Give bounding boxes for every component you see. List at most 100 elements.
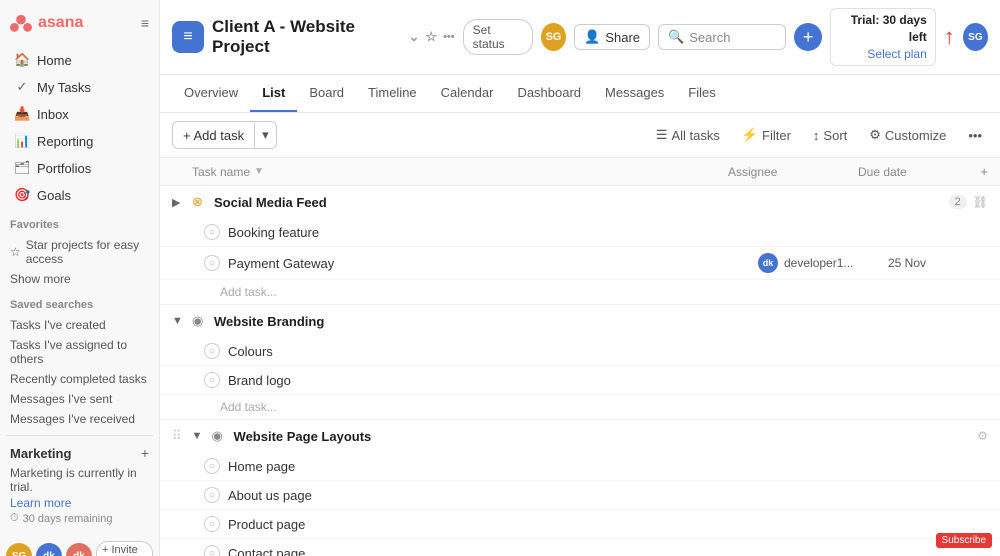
sort-button[interactable]: ↕ Sort xyxy=(807,125,853,146)
select-plan-link[interactable]: Select plan xyxy=(839,46,927,63)
task-due-payment: 25 Nov xyxy=(888,256,988,270)
tab-dashboard[interactable]: Dashboard xyxy=(505,75,593,112)
add-task-label[interactable]: + Add task xyxy=(173,123,255,148)
group-status-icon: ◉ xyxy=(192,313,208,329)
group-header-website-page-layouts[interactable]: ⠿ ▼ ◉ Website Page Layouts ⚙ xyxy=(160,420,1000,452)
filter-button[interactable]: ⚡ Filter xyxy=(736,124,797,146)
table-row[interactable]: ○ About us page xyxy=(160,481,1000,510)
star-icon: ☆ xyxy=(10,245,21,259)
saved-tasks-assigned-others[interactable]: Tasks I've assigned to others xyxy=(0,335,159,369)
saved-messages-received[interactable]: Messages I've received xyxy=(0,409,159,429)
task-check-colours[interactable]: ○ xyxy=(204,343,220,359)
add-task-button[interactable]: + Add task ▾ xyxy=(172,121,277,149)
sidebar-collapse-button[interactable]: ≡ xyxy=(141,15,149,31)
task-name-contact-page: Contact page xyxy=(228,546,758,556)
table-row[interactable]: ○ Contact page xyxy=(160,539,1000,556)
add-task-dropdown-icon[interactable]: ▾ xyxy=(255,122,276,148)
global-add-button[interactable]: + xyxy=(794,23,822,51)
clock-icon: ⏱ xyxy=(10,512,19,525)
favorites-star-projects[interactable]: ☆ Star projects for easy access xyxy=(0,235,159,269)
project-title: Client A - Website Project ⌄ ☆ ••• xyxy=(212,17,455,57)
task-check-product-page[interactable]: ○ xyxy=(204,516,220,532)
search-icon: 🔍 xyxy=(668,29,684,45)
saved-messages-sent[interactable]: Messages I've sent xyxy=(0,389,159,409)
sidebar-item-inbox[interactable]: 📥 Inbox xyxy=(4,101,155,127)
table-row[interactable]: ○ Brand logo xyxy=(160,366,1000,395)
sidebar-item-reporting[interactable]: 📊 Reporting xyxy=(4,128,155,154)
filter-icon: ⚡ xyxy=(742,127,758,143)
user-avatar-main[interactable]: SG xyxy=(963,23,988,51)
share-button[interactable]: 👤 Share xyxy=(574,24,650,50)
group-chevron-icon: ▼ xyxy=(172,315,186,327)
saved-tasks-created[interactable]: Tasks I've created xyxy=(0,315,159,335)
task-group-website-branding: ▼ ◉ Website Branding ○ Colours ○ Brand l… xyxy=(160,305,1000,420)
tab-list[interactable]: List xyxy=(250,75,297,112)
task-check-about-us[interactable]: ○ xyxy=(204,487,220,503)
tab-calendar[interactable]: Calendar xyxy=(429,75,506,112)
add-task-website-branding[interactable]: Add task... xyxy=(160,395,1000,419)
sidebar-item-label-goals: Goals xyxy=(37,188,71,203)
task-check-payment[interactable]: ○ xyxy=(204,255,220,271)
saved-recently-completed[interactable]: Recently completed tasks xyxy=(0,369,159,389)
task-check-brand-logo[interactable]: ○ xyxy=(204,372,220,388)
inbox-icon: 📥 xyxy=(14,106,30,122)
sidebar-item-goals[interactable]: 🎯 Goals xyxy=(4,182,155,208)
share-label: Share xyxy=(605,30,640,45)
trial-badge: Trial: 30 days left Select plan xyxy=(830,8,936,66)
search-box[interactable]: 🔍 Search xyxy=(658,24,786,50)
sidebar-item-portfolios[interactable]: 🗂 Portfolios xyxy=(4,155,155,181)
customize-button[interactable]: ⚙ Customize xyxy=(863,124,952,146)
task-check-booking[interactable]: ○ xyxy=(204,224,220,240)
learn-more-link[interactable]: Learn more xyxy=(6,496,153,510)
all-tasks-button[interactable]: ☰ All tasks xyxy=(650,124,726,146)
sidebar-item-my-tasks[interactable]: ✓ My Tasks xyxy=(4,74,155,100)
sort-arrow-icon: ▼ xyxy=(254,166,264,177)
task-check-contact-page[interactable]: ○ xyxy=(204,545,220,556)
tab-overview[interactable]: Overview xyxy=(172,75,250,112)
add-task-social-media[interactable]: Add task... xyxy=(160,280,1000,304)
table-row[interactable]: ○ Home page xyxy=(160,452,1000,481)
table-row[interactable]: ○ Payment Gateway dk developer1... 25 No… xyxy=(160,247,1000,280)
star-icon[interactable]: ☆ xyxy=(425,29,437,45)
subscribe-badge[interactable]: Subscribe xyxy=(936,533,992,548)
group-badge-social-media-feed: 2 xyxy=(949,195,967,209)
more-options-button[interactable]: ••• xyxy=(962,125,988,146)
add-column-button[interactable]: + xyxy=(958,164,988,179)
topbar-right: SG 👤 Share 🔍 Search + Trial: 30 days lef… xyxy=(541,8,988,66)
group-header-website-branding[interactable]: ▼ ◉ Website Branding xyxy=(160,305,1000,337)
show-more-link[interactable]: Show more xyxy=(0,269,159,289)
table-row[interactable]: ○ Booking feature xyxy=(160,218,1000,247)
marketing-add-button[interactable]: + xyxy=(141,445,149,461)
task-name-about-us: About us page xyxy=(228,488,758,503)
task-group-website-page-layouts: ⠿ ▼ ◉ Website Page Layouts ⚙ ○ Home page… xyxy=(160,420,1000,556)
check-icon: ✓ xyxy=(14,79,30,95)
tab-messages[interactable]: Messages xyxy=(593,75,676,112)
sidebar-nav: 🏠 Home ✓ My Tasks 📥 Inbox 📊 Reporting 🗂 … xyxy=(0,46,159,209)
table-row[interactable]: ○ Colours xyxy=(160,337,1000,366)
settings-gear-icon[interactable]: ⚙ xyxy=(977,429,988,443)
more-icon[interactable]: ••• xyxy=(443,31,455,43)
task-name-brand-logo: Brand logo xyxy=(228,373,758,388)
task-list: Task name ▼ Assignee Due date + ▶ ⊗ Soci… xyxy=(160,158,1000,556)
tab-files[interactable]: Files xyxy=(676,75,727,112)
task-name-booking-feature: Booking feature xyxy=(228,225,758,240)
search-placeholder: Search xyxy=(689,30,730,45)
tab-timeline[interactable]: Timeline xyxy=(356,75,429,112)
set-status-button[interactable]: Set status xyxy=(463,19,533,55)
task-group-social-media-feed: ▶ ⊗ Social Media Feed 2 ⛓ ○ Booking feat… xyxy=(160,186,1000,305)
project-menu-button[interactable]: ≡ xyxy=(172,21,204,53)
tab-board[interactable]: Board xyxy=(297,75,356,112)
group-header-social-media-feed[interactable]: ▶ ⊗ Social Media Feed 2 ⛓ xyxy=(160,186,1000,218)
task-check-home-page[interactable]: ○ xyxy=(204,458,220,474)
chevron-down-icon[interactable]: ⌄ xyxy=(409,29,420,45)
group-chevron-icon: ▼ xyxy=(192,430,206,442)
drag-handle-icon[interactable]: ⠿ xyxy=(172,428,182,444)
table-row[interactable]: ○ Product page xyxy=(160,510,1000,539)
check-icon: ○ xyxy=(209,461,215,472)
invite-people-button[interactable]: + Invite people xyxy=(96,541,153,556)
group-title-website-branding: Website Branding xyxy=(214,314,988,329)
marketing-header: Marketing + xyxy=(6,442,153,464)
sidebar-item-label-inbox: Inbox xyxy=(37,107,69,122)
check-icon: ○ xyxy=(209,490,215,501)
sidebar-item-home[interactable]: 🏠 Home xyxy=(4,47,155,73)
